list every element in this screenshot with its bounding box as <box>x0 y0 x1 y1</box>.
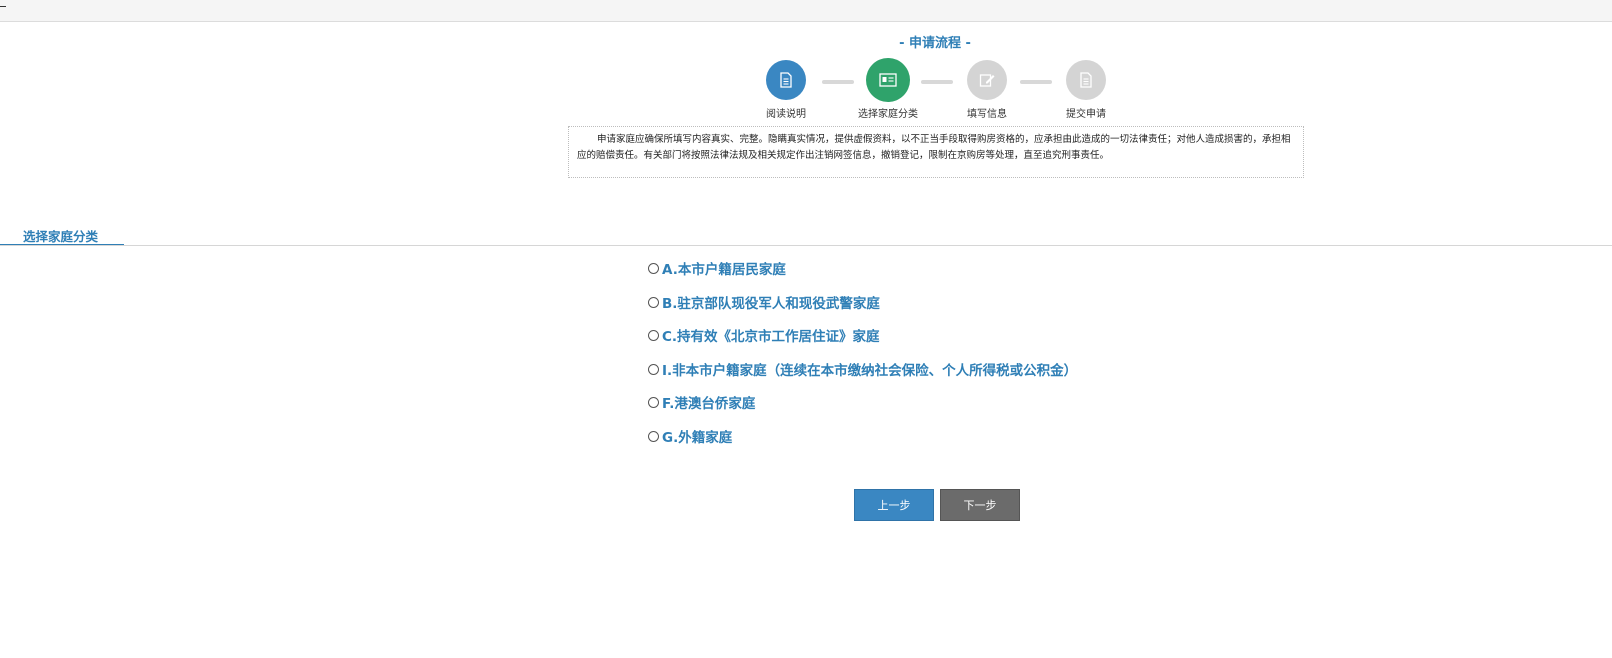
option-i[interactable]: I.非本市户籍家庭（连续在本市缴纳社会保险、个人所得税或公积金） <box>648 359 1077 393</box>
section-tab: 选择家庭分类 <box>0 220 124 246</box>
radio-button[interactable] <box>648 263 659 274</box>
section-title: 选择家庭分类 <box>23 229 99 244</box>
top-bar <box>0 0 1612 22</box>
option-g[interactable]: G.外籍家庭 <box>648 426 1077 460</box>
step-label: 填写信息 <box>967 109 1007 120</box>
document-icon <box>779 72 793 88</box>
section-divider <box>0 245 1612 246</box>
category-options: A.本市户籍居民家庭 B.驻京部队现役军人和现役武警家庭 C.持有效《北京市工作… <box>648 258 1077 460</box>
radio-button[interactable] <box>648 397 659 409</box>
option-label[interactable]: I.非本市户籍家庭（连续在本市缴纳社会保险、个人所得税或公积金） <box>662 359 1077 379</box>
legal-notice: 申请家庭应确保所填写内容真实、完整。隐瞒真实情况，提供虚假资料，以不正当手段取得… <box>568 126 1304 178</box>
menu-dash-icon <box>0 6 6 7</box>
option-label[interactable]: G.外籍家庭 <box>662 426 732 446</box>
option-f[interactable]: F.港澳台侨家庭 <box>648 392 1077 426</box>
id-card-icon <box>879 73 897 87</box>
next-step-button[interactable]: 下一步 <box>940 489 1020 521</box>
radio-button[interactable] <box>648 363 659 375</box>
option-c[interactable]: C.持有效《北京市工作居住证》家庭 <box>648 325 1077 359</box>
step-label: 阅读说明 <box>766 109 806 120</box>
option-a[interactable]: A.本市户籍居民家庭 <box>648 258 1077 292</box>
option-b[interactable]: B.驻京部队现役军人和现役武警家庭 <box>648 292 1077 326</box>
step-circle-submit <box>1066 60 1106 100</box>
step-select-category: 选择家庭分类 <box>848 58 928 120</box>
option-label[interactable]: C.持有效《北京市工作居住证》家庭 <box>662 325 880 345</box>
radio-button[interactable] <box>648 296 659 308</box>
step-label: 提交申请 <box>1066 109 1106 120</box>
radio-button[interactable] <box>648 330 659 342</box>
step-circle-read <box>766 60 806 100</box>
step-fill-info: 填写信息 <box>947 60 1027 120</box>
option-label[interactable]: A.本市户籍居民家庭 <box>662 258 786 278</box>
document-icon <box>1079 72 1093 88</box>
edit-icon <box>979 72 995 88</box>
step-circle-select <box>866 58 910 102</box>
process-title: - 申请流程 - <box>899 36 971 51</box>
step-label: 选择家庭分类 <box>858 109 918 120</box>
option-label[interactable]: B.驻京部队现役军人和现役武警家庭 <box>662 292 880 312</box>
radio-button[interactable] <box>648 430 659 442</box>
step-read-instructions: 阅读说明 <box>746 60 826 120</box>
previous-step-button[interactable]: 上一步 <box>854 489 934 521</box>
step-circle-fill <box>967 60 1007 100</box>
option-label[interactable]: F.港澳台侨家庭 <box>662 392 755 412</box>
step-submit: 提交申请 <box>1046 60 1126 120</box>
